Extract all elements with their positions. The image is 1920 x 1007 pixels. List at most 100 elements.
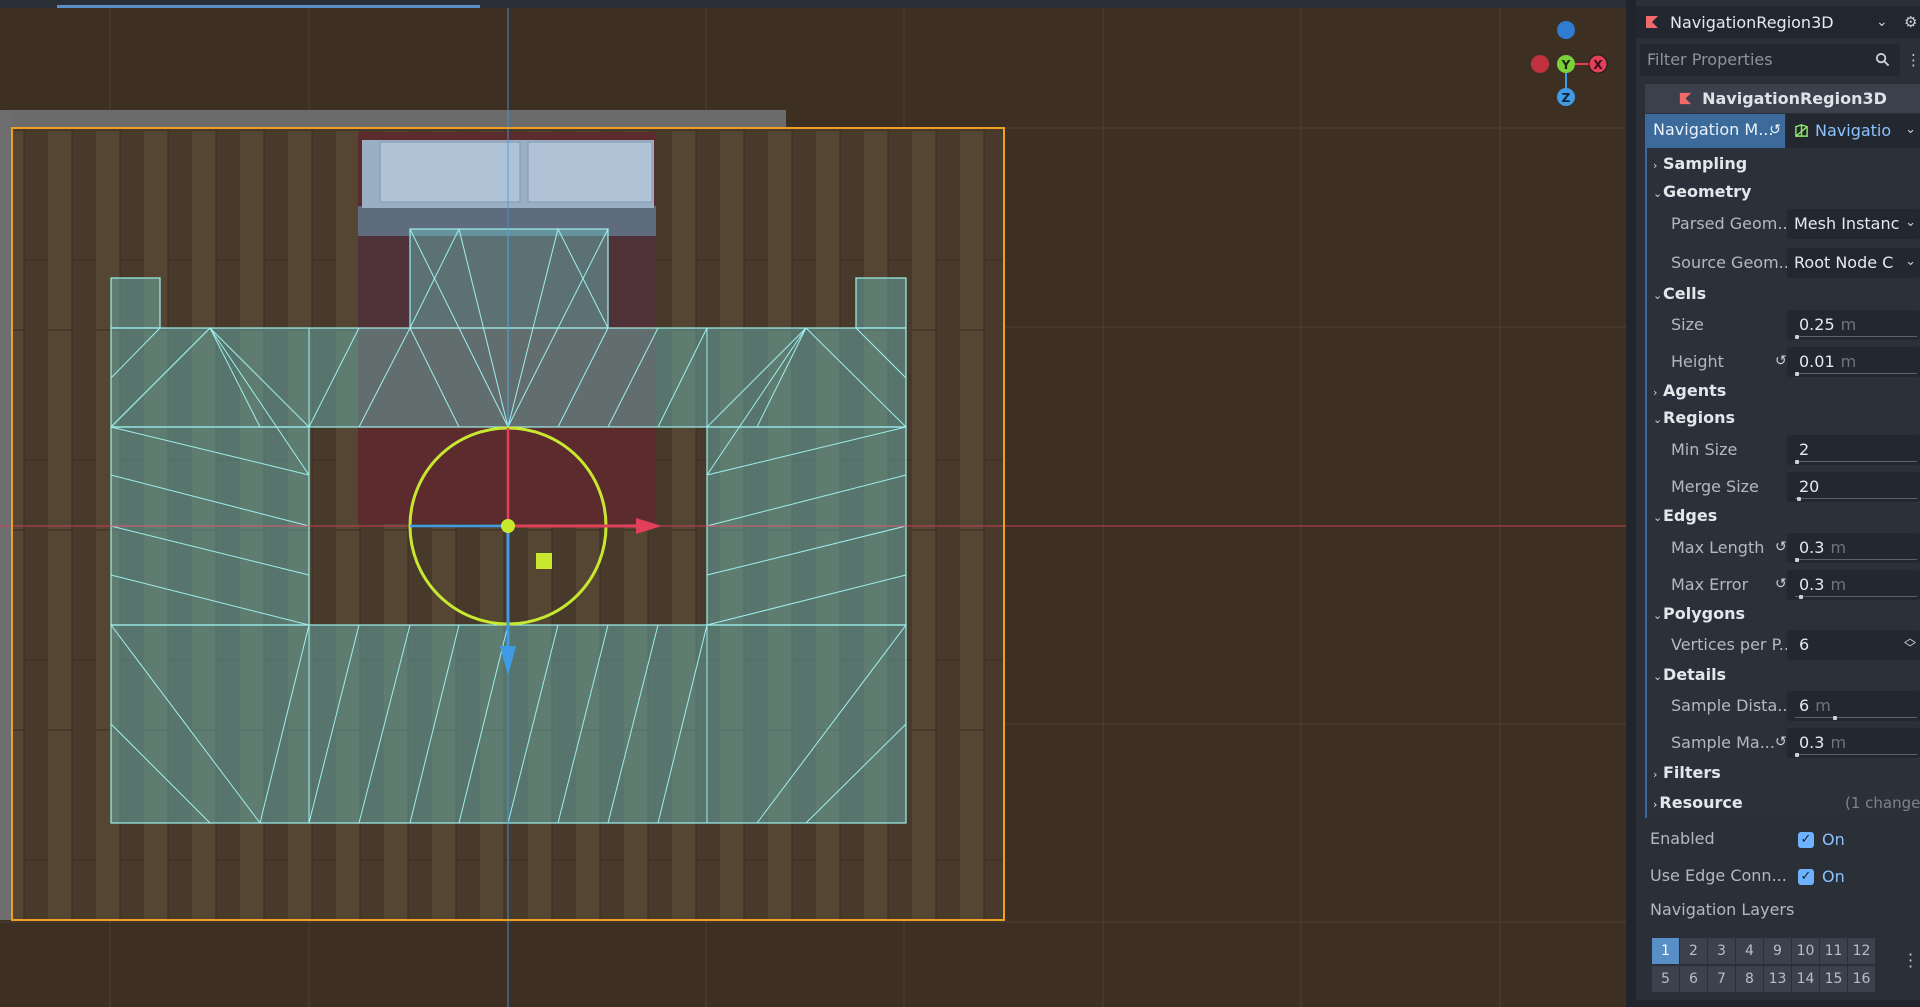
navigation-layer-4[interactable]: 4 [1736,938,1763,964]
revert-icon[interactable]: ↺ [1769,122,1781,138]
navigation-layer-2[interactable]: 2 [1680,938,1707,964]
section-filters-label: Filters [1663,763,1721,782]
navigation-layers-label: Navigation Layers [1650,900,1795,919]
navigation-layer-1[interactable]: 1 [1652,938,1679,964]
sample-max-error-value: 0.3 [1799,733,1825,752]
section-geometry[interactable]: ⌄Geometry [1645,179,1920,205]
slider-grabber[interactable] [1795,460,1799,464]
navigation-layer-11[interactable]: 11 [1820,938,1847,964]
slider-grabber[interactable] [1799,595,1803,599]
unit-label: m [1830,575,1847,594]
parsed-geometry-dropdown[interactable]: Mesh Instanc ⌄ [1787,209,1920,239]
section-resource-label: Resource [1659,793,1743,812]
chevron-right-icon: › [1653,386,1658,399]
slider-track [1795,717,1917,718]
navigation-mesh-property: Navigation M... ↺ Navigatio ⌄ [1645,114,1920,148]
slider-grabber[interactable] [1795,558,1799,562]
property-options-icon[interactable]: ⋮ [1906,51,1920,69]
merge-size-slider[interactable]: 20 [1787,472,1920,502]
sample-distance-label: Sample Dista... [1671,696,1793,715]
sample-distance-slider[interactable]: 6m [1787,691,1920,721]
3d-viewport[interactable]: Y X Z [0,0,1626,1007]
navigation-layer-15[interactable]: 15 [1820,966,1847,992]
prop-merge-size: Merge Size 20 [1645,470,1920,502]
navigation-layer-13[interactable]: 13 [1764,966,1791,992]
prop-max-length: Max Length ↺ 0.3 m [1645,531,1920,563]
merge-size-value: 20 [1799,477,1820,496]
revert-icon[interactable]: ↺ [1775,576,1787,592]
slider-grabber[interactable] [1833,716,1837,720]
section-regions[interactable]: ⌄Regions [1645,405,1920,431]
source-geometry-dropdown[interactable]: Root Node C ⌄ [1787,248,1920,278]
cell-size-slider[interactable]: 0.25 m [1787,310,1920,340]
slider-grabber[interactable] [1795,753,1799,757]
spinner-arrows-icon[interactable]: ︿ ﹀ [1904,632,1916,654]
navigation-region-icon [1646,16,1658,28]
panel-splitter[interactable] [1626,0,1636,1007]
slider-grabber[interactable] [1795,335,1799,339]
section-filters[interactable]: › Filters [1645,760,1920,786]
view-orientation-gizmo[interactable]: Y X Z [1531,21,1608,106]
navigation-layer-14[interactable]: 14 [1792,966,1819,992]
viewport-scene[interactable]: Y X Z [0,0,1626,1007]
section-polygons-label: Polygons [1663,604,1745,623]
section-details[interactable]: ⌄Details [1645,662,1920,688]
navigation-region-icon [1679,92,1692,105]
navigation-layer-7[interactable]: 7 [1708,966,1735,992]
chevron-down-icon[interactable]: ⌄ [1876,14,1888,30]
chevron-down-icon[interactable]: ⌄ [1905,122,1916,137]
chevron-right-icon: › [1653,159,1658,172]
slider-grabber[interactable] [1797,497,1801,501]
revert-icon[interactable]: ↺ [1775,353,1787,369]
section-sampling[interactable]: › Sampling [1645,151,1920,177]
navigation-layer-12[interactable]: 12 [1848,938,1875,964]
navigation-mesh-icon [1795,124,1808,137]
navigation-layer-9[interactable]: 9 [1764,938,1791,964]
revert-icon[interactable]: ↺ [1775,734,1787,750]
cell-height-value: 0.01 [1799,352,1835,371]
enabled-checkbox[interactable]: ✓ [1798,832,1814,848]
inspector-bottom-edge [1636,1000,1920,1007]
navigation-mesh-label[interactable]: Navigation M... ↺ [1645,114,1785,148]
section-agents[interactable]: › Agents [1645,378,1920,404]
navigation-mesh-resource-name: Navigatio [1815,121,1892,140]
max-error-label: Max Error [1671,575,1749,594]
inspector-node-selector[interactable]: NavigationRegion3D ⌄ ⚙ [1636,6,1920,38]
navigation-layer-6[interactable]: 6 [1680,966,1707,992]
section-edges[interactable]: ⌄Edges [1645,503,1920,529]
slider-grabber[interactable] [1795,372,1799,376]
source-geometry-value: Root Node C [1794,253,1894,272]
max-length-label: Max Length [1671,538,1765,557]
max-error-slider[interactable]: 0.3 m [1787,570,1920,600]
chevron-down-icon: ⌄ [1653,511,1663,524]
navigation-mesh-resource-picker[interactable]: Navigatio ⌄ [1786,114,1920,148]
section-polygons[interactable]: ⌄Polygons [1645,601,1920,627]
sample-distance-value: 6 [1799,696,1810,715]
section-resource-title: › Resource [1653,793,1743,812]
navigation-layer-3[interactable]: 3 [1708,938,1735,964]
max-length-slider[interactable]: 0.3 m [1787,533,1920,563]
filter-properties-input[interactable]: Filter Properties [1640,44,1900,76]
min-size-label: Min Size [1671,440,1738,459]
object-options-icon[interactable]: ⚙ [1904,13,1917,31]
section-details-label: Details [1663,665,1727,684]
max-error-value: 0.3 [1799,575,1825,594]
vertices-per-polygon-spinbox[interactable]: 6 ︿ ﹀ [1787,630,1920,660]
revert-icon[interactable]: ↺ [1775,539,1787,555]
min-size-slider[interactable]: 2 [1787,435,1920,465]
unit-label: m [1830,733,1847,752]
layers-menu-icon[interactable]: · · · [1908,947,1913,975]
navigation-layer-16[interactable]: 16 [1848,966,1875,992]
filter-placeholder: Filter Properties [1647,50,1773,69]
sample-max-error-slider[interactable]: 0.3 m [1787,728,1920,758]
section-cells[interactable]: ⌄Cells [1645,281,1920,307]
cell-height-slider[interactable]: 0.01 m [1787,347,1920,377]
section-resource[interactable]: › Resource (1 change) [1645,790,1920,816]
edge-connections-checkbox[interactable]: ✓ [1798,869,1814,885]
prop-cell-height: Height ↺ 0.01 m [1645,345,1920,377]
navigation-layer-10[interactable]: 10 [1792,938,1819,964]
parsed-geometry-label: Parsed Geom... [1671,214,1793,233]
chevron-down-icon: ⌄ [1905,254,1916,269]
navigation-layer-5[interactable]: 5 [1652,966,1679,992]
navigation-layer-8[interactable]: 8 [1736,966,1763,992]
